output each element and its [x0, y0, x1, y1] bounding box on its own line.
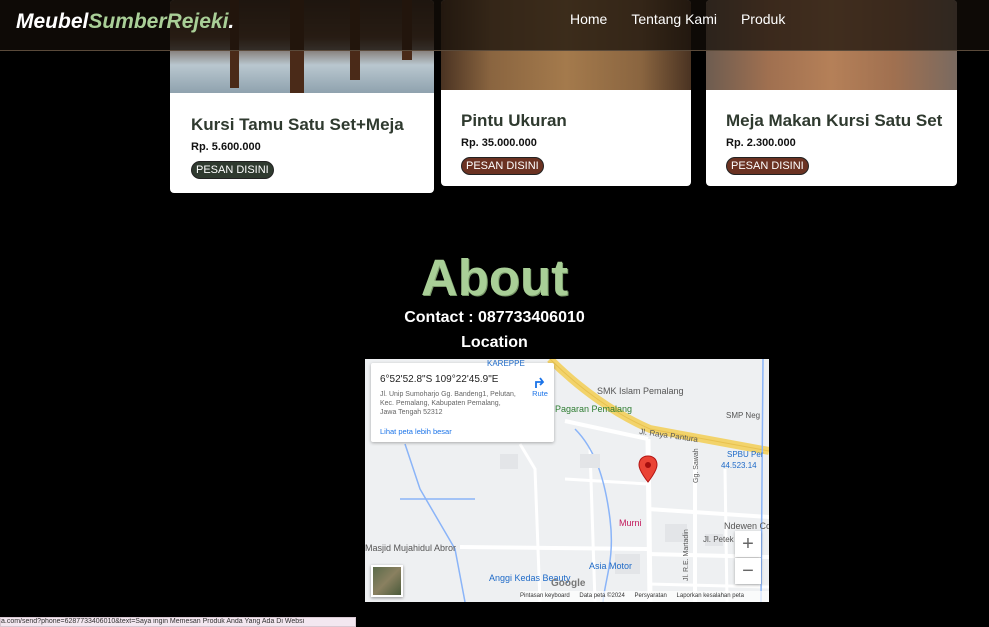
map-label-spbu: SPBU Per [727, 450, 764, 459]
google-map[interactable]: 6°52'52.8"S 109°22'45.9"E Jl. Unip Sumoh… [365, 359, 769, 602]
map-label-asia-motor: Asia Motor [589, 561, 633, 571]
map-info-window: 6°52'52.8"S 109°22'45.9"E Jl. Unip Sumoh… [371, 363, 554, 442]
keyboard-shortcuts-link[interactable]: Pintasan keyboard [520, 593, 570, 599]
brand-accent: SumberRejeki [88, 10, 229, 33]
map-label-pagaran: Pagaran Pemalang [555, 404, 633, 414]
product-price: Rp. 2.300.000 [726, 137, 796, 149]
map-label-kareppe: KAREPPE [487, 359, 525, 368]
brand-logo[interactable]: MeubelSumberRejeki. [16, 10, 234, 34]
directions-button[interactable]: Rute [529, 375, 551, 398]
product-title: Kursi Tamu Satu Set+Meja [191, 115, 404, 134]
nav-links: Home Tentang Kami Produk [570, 11, 785, 27]
navbar: MeubelSumberRejeki. Home Tentang Kami Pr… [0, 0, 989, 51]
zoom-in-button[interactable]: + [735, 531, 761, 557]
satellite-toggle[interactable] [371, 565, 403, 597]
map-label-murni: Murni [619, 518, 642, 528]
order-button[interactable]: PESAN DISINI [461, 157, 544, 175]
product-price: Rp. 35.000.000 [461, 137, 537, 149]
link-status-bar: a.com/send?phone=6287733406010&text=Saya… [0, 617, 356, 627]
map-label-jl-martadin: Jl. R.E. Martadin [683, 529, 690, 581]
map-label-jl-petek: Jl. Petek [703, 535, 734, 544]
map-label-spbu-num: 44.523.14 [721, 461, 757, 470]
location-pin-icon[interactable] [638, 455, 658, 483]
zoom-out-button[interactable]: − [735, 558, 761, 584]
product-title: Pintu Ukuran [461, 111, 567, 130]
brand-main: Meubel [16, 10, 89, 33]
map-data-text: Data peta ©2024 [579, 593, 625, 599]
map-label-smk: SMK Islam Pemalang [597, 386, 684, 396]
product-price: Rp. 5.600.000 [191, 141, 261, 153]
view-larger-map-link[interactable]: Lihat peta lebih besar [380, 427, 452, 436]
directions-label: Rute [532, 389, 548, 398]
order-button[interactable]: PESAN DISINI [726, 157, 809, 175]
map-label-masjid: Masjid Mujahidul Abror [365, 543, 457, 553]
map-footer: Pintasan keyboard Data peta ©2024 Persya… [520, 591, 769, 602]
report-error-link[interactable]: Laporkan kesalahan peta [677, 593, 744, 599]
nav-home[interactable]: Home [570, 11, 607, 27]
nav-products[interactable]: Produk [741, 11, 785, 27]
nav-about[interactable]: Tentang Kami [631, 11, 717, 27]
brand-dot: . [228, 10, 235, 33]
directions-icon [535, 377, 545, 388]
map-coordinates: 6°52'52.8"S 109°22'45.9"E [380, 374, 499, 385]
contact-text: Contact : 087733406010 [404, 309, 585, 326]
google-logo: Google [551, 578, 586, 589]
map-label-ndewen: Ndewen Co [724, 521, 769, 531]
location-heading: Location [461, 334, 528, 351]
terms-link[interactable]: Persyaratan [635, 593, 667, 599]
order-button[interactable]: PESAN DISINI [191, 161, 274, 179]
map-address: Jl. Unip Sumoharjo Gg. Bandeng1, Pelutan… [380, 391, 516, 416]
map-label-gg-sawah: Gg. Sawah [693, 448, 700, 483]
product-title: Meja Makan Kursi Satu Set [726, 111, 943, 130]
about-title: About [420, 249, 569, 306]
map-label-smp: SMP Neg [726, 411, 761, 420]
